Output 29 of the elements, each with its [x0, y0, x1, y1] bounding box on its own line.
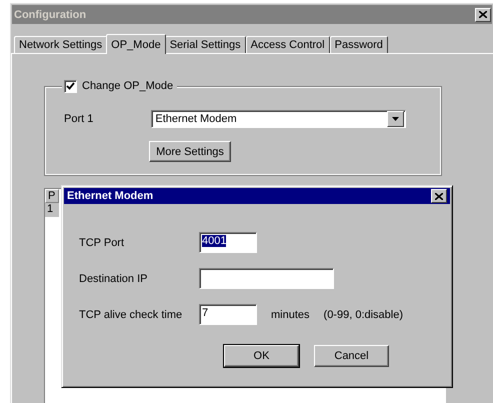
field-label: Destination IP	[79, 272, 148, 284]
close-button[interactable]	[475, 8, 491, 22]
range-hint: (0-99, 0:disable)	[324, 308, 404, 320]
more-settings-button[interactable]: More Settings	[149, 141, 231, 162]
cancel-button[interactable]: Cancel	[314, 345, 389, 367]
dropdown-arrow-icon	[392, 117, 400, 121]
tab[interactable]: Serial Settings	[164, 36, 246, 53]
port-dropdown[interactable]: Ethernet Modem	[151, 110, 406, 128]
close-button[interactable]	[431, 189, 447, 203]
field-label: TCP alive check time	[79, 308, 184, 320]
window-title: Configuration	[14, 8, 86, 20]
checkbox-label: Change OP_Mode	[82, 80, 174, 92]
input-field[interactable]: 4001	[199, 232, 257, 253]
column-header: P	[45, 189, 59, 203]
tab[interactable]: Password	[330, 36, 388, 53]
row-number: 1	[45, 203, 59, 217]
field-label: TCP Port	[79, 236, 126, 248]
port-label: Port 1	[64, 113, 94, 125]
dialog-title: Ethernet Modem	[67, 190, 154, 202]
input-field[interactable]	[199, 268, 334, 289]
tab[interactable]: OP_Mode	[106, 34, 166, 54]
ok-button[interactable]: OK	[224, 345, 299, 367]
input-field[interactable]: 7	[199, 304, 257, 325]
tab[interactable]: Access Control	[246, 36, 330, 53]
checkbox[interactable]	[64, 80, 77, 92]
unit-label: minutes	[271, 308, 310, 320]
tab[interactable]: Network Settings	[14, 36, 108, 53]
close-icon	[479, 11, 487, 18]
close-icon	[435, 192, 443, 200]
